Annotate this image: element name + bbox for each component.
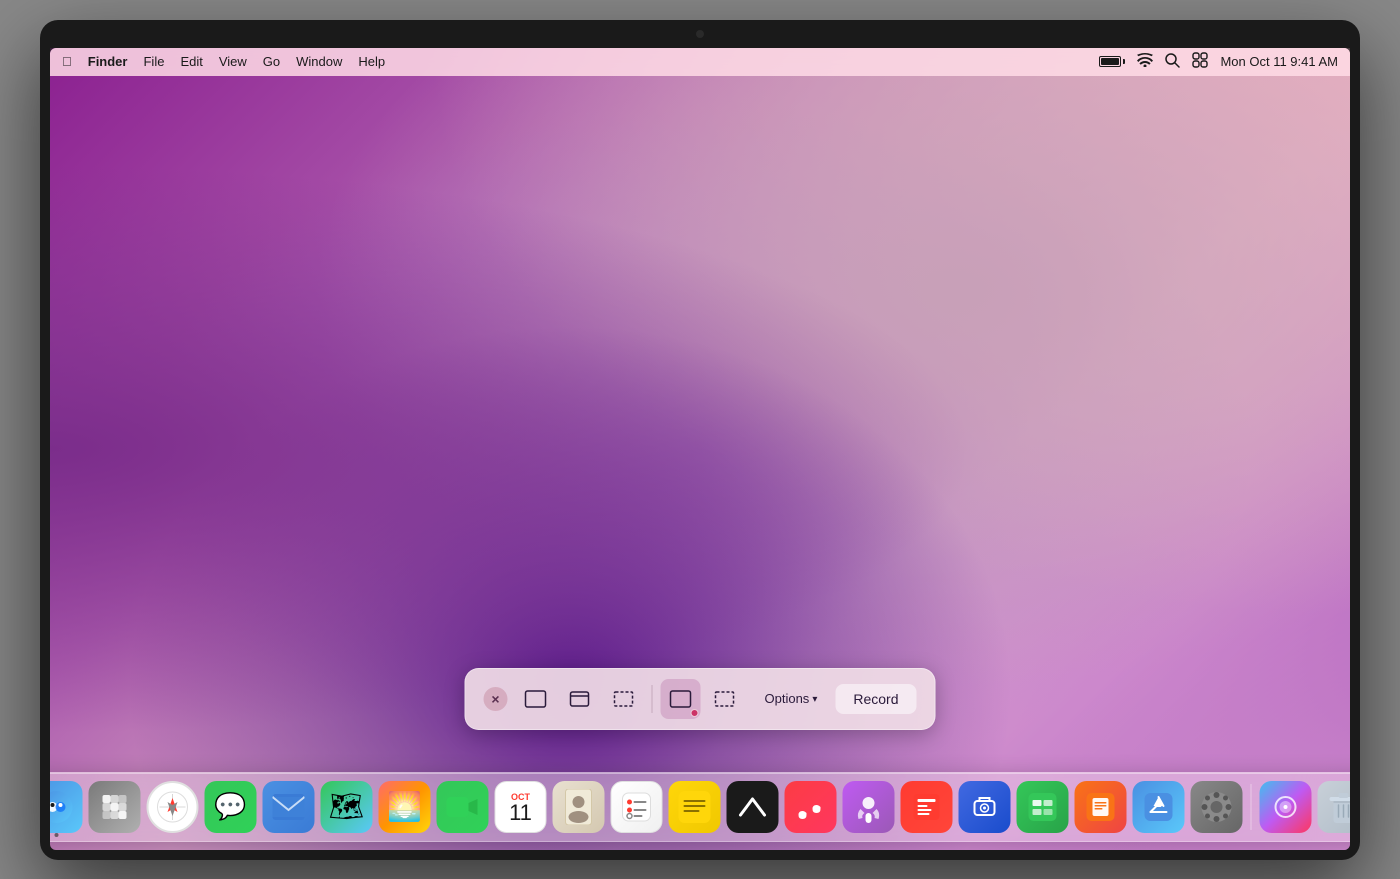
dock-icon-mail[interactable] bbox=[263, 781, 315, 833]
toolbar-separator-1 bbox=[652, 685, 653, 713]
options-label: Options bbox=[765, 691, 810, 706]
battery-fill bbox=[1101, 58, 1119, 65]
dock-icon-messages[interactable]: 💬 bbox=[205, 781, 257, 833]
camera-notch bbox=[696, 30, 704, 38]
calendar-display: OCT 11 bbox=[509, 789, 532, 824]
options-button[interactable]: Options ▾ bbox=[753, 685, 830, 712]
dock-icon-appletv[interactable] bbox=[727, 781, 779, 833]
dock-icon-launchpad[interactable] bbox=[89, 781, 141, 833]
mac-frame:  Finder File Edit View Go Window Help bbox=[40, 20, 1360, 860]
datetime: Mon Oct 11 9:41 AM bbox=[1220, 54, 1338, 69]
spotlight-search-icon[interactable] bbox=[1165, 53, 1180, 71]
wifi-icon bbox=[1137, 53, 1153, 70]
menu-help[interactable]: Help bbox=[358, 54, 385, 69]
menubar-right: Mon Oct 11 9:41 AM bbox=[1099, 52, 1338, 71]
menu-view[interactable]: View bbox=[219, 54, 247, 69]
dock-icon-transporter[interactable] bbox=[959, 781, 1011, 833]
screen:  Finder File Edit View Go Window Help bbox=[50, 48, 1350, 850]
screenshot-toolbar: × bbox=[465, 668, 936, 730]
dock-icon-safari[interactable] bbox=[147, 781, 199, 833]
capture-fullscreen-button[interactable] bbox=[516, 679, 556, 719]
menubar:  Finder File Edit View Go Window Help bbox=[50, 48, 1350, 76]
dock-icon-contacts[interactable] bbox=[553, 781, 605, 833]
dock-icon-news[interactable] bbox=[901, 781, 953, 833]
dock-icon-trash[interactable] bbox=[1318, 781, 1351, 833]
dock-icon-finder[interactable] bbox=[50, 781, 83, 833]
menu-go[interactable]: Go bbox=[263, 54, 280, 69]
dock-icon-system-preferences[interactable] bbox=[1191, 781, 1243, 833]
capture-window-button[interactable] bbox=[560, 679, 600, 719]
battery-icon bbox=[1099, 56, 1125, 67]
apple-menu[interactable]:  bbox=[62, 54, 72, 69]
dock-icon-podcasts[interactable] bbox=[843, 781, 895, 833]
menubar-left:  Finder File Edit View Go Window Help bbox=[62, 54, 385, 69]
dock-icon-appstore[interactable] bbox=[1133, 781, 1185, 833]
record-selection-button[interactable] bbox=[705, 679, 745, 719]
battery-tip bbox=[1123, 59, 1125, 64]
calendar-day: 11 bbox=[509, 802, 532, 824]
dock-icon-siri[interactable] bbox=[1260, 781, 1312, 833]
record-fullscreen-button[interactable] bbox=[661, 679, 701, 719]
menu-file[interactable]: File bbox=[143, 54, 164, 69]
dock-icon-pages[interactable] bbox=[1075, 781, 1127, 833]
record-indicator bbox=[691, 709, 699, 717]
chevron-down-icon: ▾ bbox=[812, 694, 817, 705]
dock-icon-photos[interactable]: 🌅 bbox=[379, 781, 431, 833]
dock-icon-numbers[interactable] bbox=[1017, 781, 1069, 833]
dock-icon-maps[interactable]: 🗺 bbox=[321, 781, 373, 833]
close-toolbar-button[interactable]: × bbox=[484, 687, 508, 711]
record-button[interactable]: Record bbox=[835, 684, 916, 714]
dock-separator bbox=[1251, 784, 1252, 830]
dock-icon-music[interactable] bbox=[785, 781, 837, 833]
dock-dot-finder bbox=[55, 833, 59, 837]
app-name[interactable]: Finder bbox=[88, 54, 128, 69]
dock-icon-calendar[interactable]: OCT 11 bbox=[495, 781, 547, 833]
menu-window[interactable]: Window bbox=[296, 54, 342, 69]
battery-body bbox=[1099, 56, 1121, 67]
close-icon: × bbox=[491, 691, 499, 707]
menu-edit[interactable]: Edit bbox=[180, 54, 202, 69]
dock-icon-facetime[interactable] bbox=[437, 781, 489, 833]
dock-icon-notes[interactable] bbox=[669, 781, 721, 833]
capture-selection-button[interactable] bbox=[604, 679, 644, 719]
control-center-icon[interactable] bbox=[1192, 52, 1208, 71]
dock: 💬 🗺 🌅 bbox=[50, 772, 1350, 842]
dock-icon-reminders[interactable] bbox=[611, 781, 663, 833]
